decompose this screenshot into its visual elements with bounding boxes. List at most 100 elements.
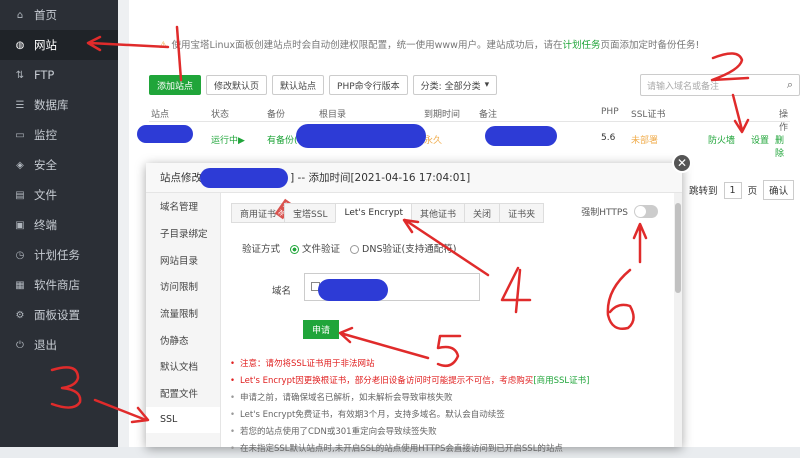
- globe-icon: ◍: [15, 39, 25, 51]
- tab-cert-folder[interactable]: 证书夹: [499, 203, 545, 223]
- col-site[interactable]: 站点: [151, 107, 169, 120]
- verify-label: 验证方式: [242, 244, 281, 255]
- modal-nav-config[interactable]: 配置文件: [146, 380, 220, 407]
- pager-goto: 跳转到: [689, 186, 718, 197]
- add-site-button[interactable]: 添加站点: [149, 75, 202, 95]
- col-backup: 备份: [267, 110, 286, 120]
- sidebar-item-cron[interactable]: ◷ 计划任务: [0, 240, 118, 270]
- sidebar-item-label: 面板设置: [34, 308, 80, 322]
- redacted-domain: [318, 279, 388, 301]
- tab-commercial[interactable]: 商用证书 推荐: [231, 198, 294, 223]
- store-icon: ▦: [15, 279, 25, 291]
- pager-confirm-button[interactable]: 确认: [763, 180, 795, 200]
- verify-file-label: 文件验证: [302, 244, 341, 255]
- force-https: 强制HTTPS: [581, 205, 658, 218]
- redacted-root-path: [296, 124, 426, 148]
- modal-nav-sitedir[interactable]: 网站目录: [146, 246, 220, 273]
- col-php: PHP: [601, 107, 619, 117]
- notice-link[interactable]: 计划任务: [562, 40, 600, 51]
- sidebar-item-terminal[interactable]: ▣ 终端: [0, 210, 118, 240]
- sidebar-item-store[interactable]: ▦ 软件商店: [0, 270, 118, 300]
- force-https-toggle[interactable]: [634, 205, 658, 218]
- modal-nav-default-doc[interactable]: 默认文档: [146, 353, 220, 380]
- modal-nav-ssl[interactable]: SSL: [146, 406, 220, 434]
- modal-nav-rewrite[interactable]: 伪静态: [146, 326, 220, 353]
- default-site-button[interactable]: 默认站点: [272, 75, 325, 95]
- ssl-status[interactable]: 未部署: [631, 133, 658, 146]
- verify-dns-radio[interactable]: DNS验证(支持通配符): [350, 241, 456, 255]
- status-badge[interactable]: 运行中▶: [211, 133, 245, 146]
- notice-text: 使用宝塔Linux面板创建站点时会自动创建权限配置，统一使用www用户。建站成功…: [171, 40, 563, 51]
- page-input[interactable]: 1: [723, 181, 742, 199]
- modal-nav-access[interactable]: 访问限制: [146, 273, 220, 300]
- warning-icon: ⚠: [159, 40, 168, 51]
- col-root: 根目录: [319, 110, 347, 120]
- tab-close[interactable]: 关闭: [464, 203, 501, 223]
- notice-bar: ⚠ 使用宝塔Linux面板创建站点时会自动创建权限配置，统一使用www用户。建站成…: [159, 37, 699, 51]
- redacted-site-name: [137, 125, 193, 143]
- home-icon: ⌂: [16, 9, 24, 21]
- verify-method: 验证方式 文件验证 DNS验证(支持通配符): [242, 241, 456, 255]
- radio-icon: [290, 245, 300, 254]
- delete-link[interactable]: 删除: [775, 133, 790, 159]
- sidebar-item-database[interactable]: ☰ 数据库: [0, 90, 118, 120]
- sidebar-item-label: 数据库: [34, 98, 69, 112]
- modal-nav-traffic[interactable]: 流量限制: [146, 300, 220, 327]
- modal-scrollbar[interactable]: [674, 193, 682, 447]
- sidebar-item-ftp[interactable]: ⇅ FTP: [0, 60, 118, 90]
- apply-button[interactable]: 申请: [303, 320, 340, 339]
- php-version[interactable]: 5.6: [601, 133, 615, 143]
- gear-icon: ⚙: [15, 309, 25, 321]
- search-input[interactable]: 请输入域名或备注 ⌕: [640, 74, 800, 96]
- modal-sidebar: 域名管理 子目录绑定 网站目录 访问限制 流量限制 伪静态 默认文档 配置文件 …: [146, 193, 221, 447]
- expire-value[interactable]: 永久: [424, 133, 442, 146]
- sidebar-item-label: 监控: [34, 128, 57, 142]
- category-select[interactable]: 分类: 全部分类 ▾: [412, 75, 498, 95]
- sidebar-item-monitor[interactable]: ▭ 监控: [0, 120, 118, 150]
- terminal-icon: ▣: [15, 219, 25, 231]
- tab-letsencrypt[interactable]: Let's Encrypt: [335, 203, 413, 223]
- site-settings-modal: 站点修改[ ] -- 添加时间[2021-04-16 17:04:01] ✕ 域…: [146, 153, 692, 458]
- sidebar-item-label: 网站: [34, 38, 57, 52]
- firewall-link[interactable]: 防火墙: [708, 133, 735, 146]
- close-icon[interactable]: ✕: [672, 153, 692, 173]
- radio-icon: [350, 245, 360, 254]
- sidebar-item-sites[interactable]: ◍ 网站: [0, 30, 118, 60]
- tip-item: 申请之前，请确保域名已解析，如未解析会导致审核失败: [230, 390, 589, 407]
- sidebar-item-security[interactable]: ◈ 安全: [0, 150, 118, 180]
- sidebar-item-home[interactable]: ⌂ 首页: [0, 0, 118, 30]
- logout-icon: ⏻: [16, 339, 24, 351]
- sidebar-item-label: 终端: [34, 218, 57, 232]
- domain-label: 域名: [272, 286, 292, 297]
- tip-item: Let's Encrypt免费证书，有效期3个月，支持多域名。默认会自动续签: [230, 407, 589, 424]
- sidebar-item-settings[interactable]: ⚙ 面板设置: [0, 300, 118, 330]
- redacted-remark: [485, 126, 557, 146]
- modal-nav-subdir[interactable]: 子目录绑定: [146, 220, 220, 247]
- col-ssl[interactable]: SSL证书: [631, 107, 665, 120]
- sidebar-item-label: FTP: [34, 68, 55, 82]
- tip-item: 若您的站点使用了CDN或301重定向会导致续签失败: [230, 424, 589, 441]
- verify-file-radio[interactable]: 文件验证: [290, 241, 340, 255]
- ftp-icon: ⇅: [15, 69, 25, 81]
- commercial-ssl-link[interactable]: [商用SSL证书]: [533, 376, 589, 386]
- notice-tail: 页面添加定时备份任务!: [600, 40, 700, 51]
- tab-bt-ssl[interactable]: 宝塔SSL: [284, 203, 337, 223]
- sidebar-item-logout[interactable]: ⏻ 退出: [0, 330, 118, 360]
- table-row: 运行中▶ 有备份(10) 永久 5.6 未部署 防火墙 设置 删除: [149, 128, 790, 159]
- pager-unit: 页: [747, 186, 758, 197]
- tab-other-cert[interactable]: 其他证书: [411, 203, 466, 223]
- tip-item: Let's Encrypt因更换根证书，部分老旧设备访问时可能提示不可信，考虑购…: [230, 373, 589, 390]
- sidebar-item-files[interactable]: ▤ 文件: [0, 180, 118, 210]
- search-icon[interactable]: ⌕: [787, 78, 793, 92]
- sidebar-item-label: 软件商店: [34, 278, 80, 292]
- php-cli-button[interactable]: PHP命令行版本: [329, 75, 408, 95]
- verify-dns-label: DNS验证(支持通配符): [362, 244, 457, 255]
- col-status[interactable]: 状态: [211, 107, 229, 120]
- sidebar-item-label: 退出: [34, 338, 57, 352]
- modal-nav-domains[interactable]: 域名管理: [146, 193, 220, 220]
- col-expire[interactable]: 到期时间: [424, 107, 460, 120]
- ssl-tabs: 商用证书 推荐 宝塔SSL Let's Encrypt 其他证书 关闭 证书夹: [231, 198, 545, 223]
- database-icon: ☰: [15, 99, 25, 111]
- default-page-button[interactable]: 修改默认页: [206, 75, 268, 95]
- settings-link[interactable]: 设置: [751, 133, 769, 146]
